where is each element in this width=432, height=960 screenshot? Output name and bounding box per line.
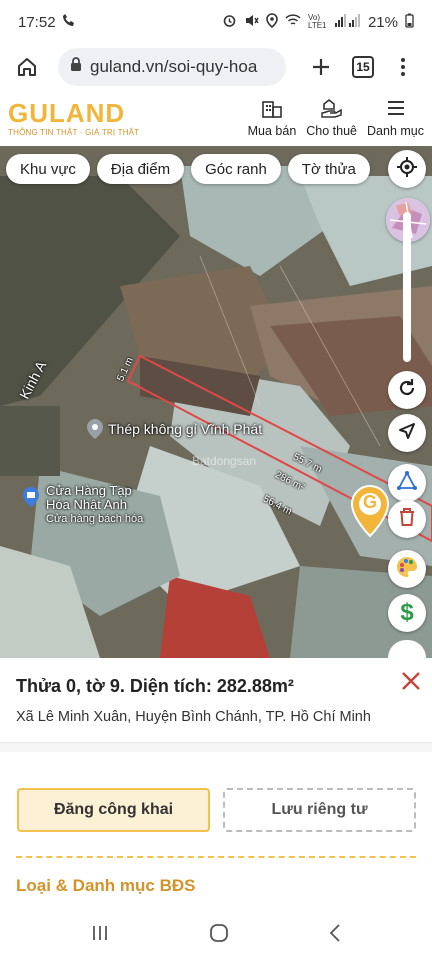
main-nav: Mua bán Cho thuê Danh mục bbox=[248, 98, 424, 138]
locate-me-button[interactable] bbox=[388, 150, 426, 188]
system-nav-bar bbox=[0, 910, 432, 960]
poi-pin-icon[interactable] bbox=[86, 418, 104, 445]
trash-icon bbox=[398, 507, 416, 532]
parcel-info-panel: Thửa 0, tờ 9. Diện tích: 282.88m² Xã Lê … bbox=[0, 658, 432, 910]
recent-apps-icon[interactable] bbox=[90, 924, 110, 947]
poi-name-line2: Hóa Nhật Anh bbox=[46, 497, 127, 512]
alarm-icon bbox=[222, 13, 237, 31]
parcel-title: Thửa 0, tờ 9. Diện tích: 282.88m² bbox=[16, 676, 294, 696]
poi-label-nhat-anh[interactable]: Cửa Hàng Tạp Hóa Nhật Anh Cửa hàng bách … bbox=[46, 484, 143, 526]
close-icon[interactable] bbox=[398, 670, 424, 696]
back-icon[interactable] bbox=[328, 923, 342, 948]
watermark: Batdongsan bbox=[192, 454, 257, 468]
new-tab-button[interactable] bbox=[306, 52, 336, 82]
divider bbox=[0, 742, 432, 752]
nav-cho-thue[interactable]: Cho thuê bbox=[306, 98, 357, 138]
wifi-icon bbox=[285, 14, 301, 30]
refresh-icon bbox=[397, 378, 417, 403]
section-title: Loại & Danh mục BĐS bbox=[16, 876, 196, 895]
more-menu-icon[interactable] bbox=[394, 58, 412, 76]
lock-icon bbox=[70, 57, 82, 77]
map-filter-chips: Khu vực Địa điểm Góc ranh Tờ thửa bbox=[6, 154, 370, 184]
building-icon bbox=[260, 98, 284, 124]
navigation-arrow-icon bbox=[397, 421, 417, 446]
dollar-icon: $ bbox=[400, 599, 414, 626]
home-button-icon[interactable] bbox=[209, 923, 229, 948]
tab-switcher-button[interactable]: 15 bbox=[352, 56, 374, 78]
logo-tagline: THÔNG TIN THẬT · GIÁ TRỊ THẬT bbox=[8, 127, 140, 137]
nav-label: Mua bán bbox=[247, 124, 297, 138]
navigate-button[interactable] bbox=[388, 414, 426, 452]
location-icon bbox=[266, 13, 278, 31]
palette-icon bbox=[395, 555, 419, 584]
hand-house-icon bbox=[320, 98, 344, 124]
marker-letter: G bbox=[362, 492, 377, 512]
price-button[interactable]: $ bbox=[388, 594, 426, 632]
parcel-address: Xã Lê Minh Xuân, Huyện Bình Chánh, TP. H… bbox=[16, 709, 371, 725]
nav-label: Cho thuê bbox=[306, 124, 358, 138]
nav-mua-ban[interactable]: Mua bán bbox=[247, 98, 297, 138]
poi-name-line1: Cửa Hàng Tạp bbox=[46, 483, 132, 498]
delete-button[interactable] bbox=[388, 500, 426, 538]
color-palette-button[interactable] bbox=[388, 550, 426, 588]
logo-text: GULAND bbox=[8, 97, 126, 128]
poi-shop-icon[interactable] bbox=[22, 486, 40, 513]
address-bar[interactable]: guland.vn/soi-quy-hoa bbox=[58, 48, 286, 86]
publish-public-button[interactable]: Đăng công khai bbox=[17, 788, 210, 832]
browser-toolbar: guland.vn/soi-quy-hoa 15 bbox=[0, 44, 432, 90]
call-icon bbox=[62, 13, 76, 31]
chip-dia-diem[interactable]: Địa điểm bbox=[96, 154, 185, 184]
network-label: Vo) LTE1 bbox=[307, 13, 327, 30]
crosshair-icon bbox=[396, 156, 418, 183]
chip-to-thua[interactable]: Tờ thửa bbox=[287, 154, 370, 184]
poi-label-vinh-phat[interactable]: Thép không gỉ Vĩnh Phát bbox=[108, 421, 262, 437]
url-text: guland.vn/soi-quy-hoa bbox=[90, 57, 258, 76]
menu-icon bbox=[385, 98, 407, 124]
chip-goc-ranh[interactable]: Góc ranh bbox=[191, 154, 281, 184]
nav-label: Danh mục bbox=[367, 124, 424, 138]
refresh-button[interactable] bbox=[388, 371, 426, 409]
nav-danh-muc[interactable]: Danh mục bbox=[367, 98, 424, 138]
zoom-scrollbar-thumb[interactable] bbox=[403, 212, 411, 362]
battery-icon bbox=[405, 13, 414, 31]
satellite-imagery bbox=[0, 146, 432, 658]
status-time: 17:52 bbox=[18, 13, 56, 31]
measure-button[interactable] bbox=[388, 464, 426, 502]
guland-logo[interactable]: GULAND THÔNG TIN THẬT · GIÁ TRỊ THẬT bbox=[8, 100, 139, 137]
battery-percent: 21% bbox=[367, 13, 398, 31]
satellite-map[interactable]: Khu vực Địa điểm Góc ranh Tờ thửa $ Kinh… bbox=[0, 146, 432, 658]
save-private-button[interactable]: Lưu riêng tư bbox=[223, 788, 416, 832]
section-divider bbox=[16, 856, 416, 858]
home-icon[interactable] bbox=[10, 50, 44, 84]
chip-khu-vuc[interactable]: Khu vực bbox=[6, 154, 90, 184]
poi-category: Cửa hàng bách hóa bbox=[46, 513, 144, 525]
measure-polygon-icon bbox=[396, 470, 418, 497]
site-header: GULAND THÔNG TIN THẬT · GIÁ TRỊ THẬT Mua… bbox=[0, 90, 432, 146]
guland-marker[interactable]: G bbox=[350, 484, 390, 538]
signal-icon bbox=[334, 14, 361, 30]
mute-icon bbox=[244, 13, 259, 31]
status-bar: 17:52 Vo) LTE1 21% bbox=[0, 0, 432, 44]
